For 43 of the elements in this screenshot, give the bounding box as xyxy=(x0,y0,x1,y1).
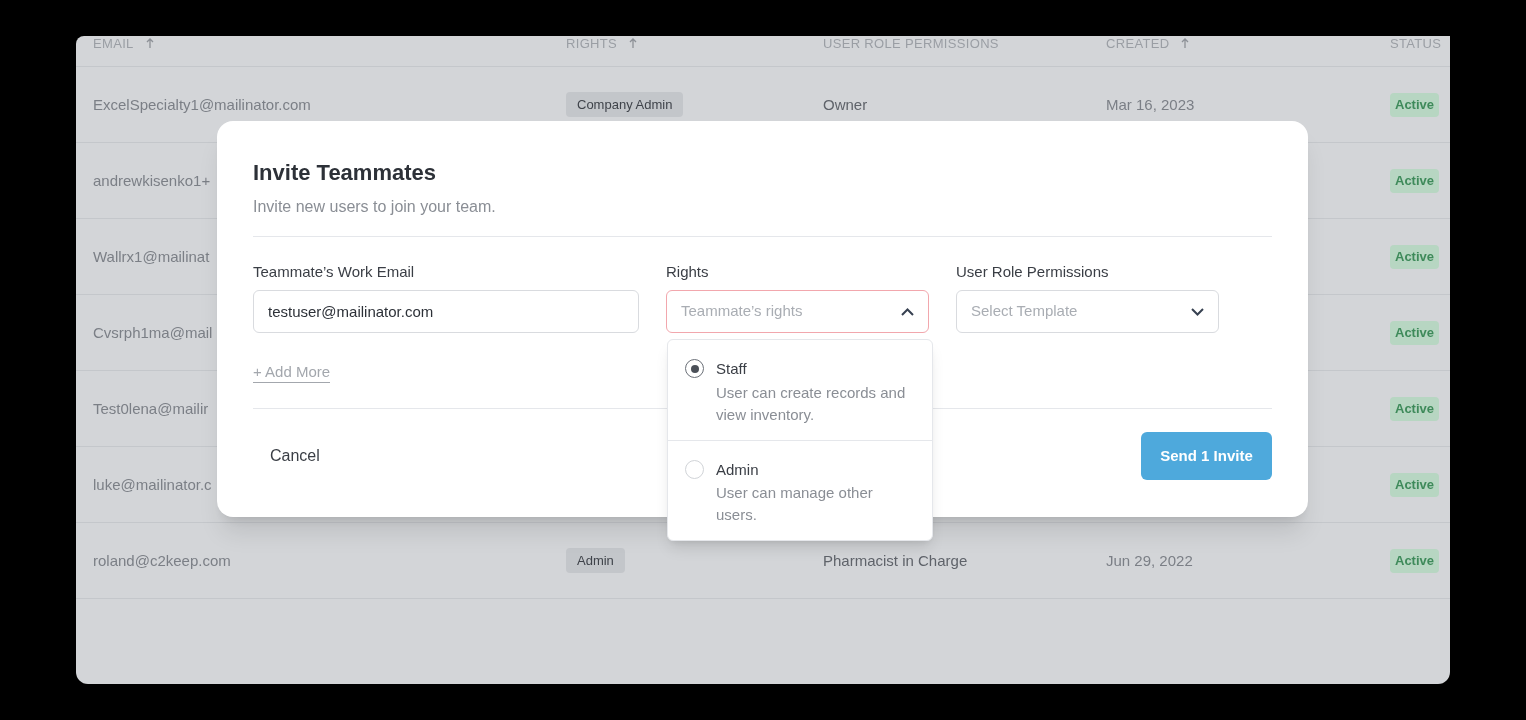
rights-option[interactable]: Admin User can manage other users. xyxy=(668,439,932,540)
dialog-subtitle: Invite new users to join your team. xyxy=(253,196,497,217)
sort-arrow-icon[interactable] xyxy=(629,38,638,50)
option-description: User can manage other users. xyxy=(716,483,874,525)
field-label: User Role Permissions xyxy=(956,261,1110,282)
column-header: USER ROLE PERMISSIONS xyxy=(823,36,999,53)
role-cell: Owner xyxy=(823,95,868,113)
dialog-title: Invite Teammates xyxy=(253,159,437,187)
status-tag: Active xyxy=(1390,93,1440,117)
email-cell: Cvsrph1ma@mail xyxy=(93,323,213,341)
cancel-button[interactable]: Cancel xyxy=(253,432,337,480)
status-tag: Active xyxy=(1390,245,1440,269)
rights-tag: Admin xyxy=(566,547,625,574)
email-cell: Test0lena@mailir xyxy=(93,399,209,417)
role-cell: Pharmacist in Charge xyxy=(823,551,968,569)
rights-tag: Company Admin xyxy=(566,91,684,118)
sort-arrow-icon[interactable] xyxy=(145,38,154,50)
option-title: Admin xyxy=(716,459,760,480)
sort-arrow-icon[interactable] xyxy=(1181,38,1190,50)
field-label: Rights xyxy=(666,261,710,282)
email-cell: luke@mailinator.c xyxy=(93,475,212,493)
date-cell: Jun 29, 2022 xyxy=(1106,551,1193,569)
column-header: EMAIL xyxy=(93,36,134,53)
status-tag: Active xyxy=(1390,169,1440,193)
email-field[interactable]: testuser@mailinator.com xyxy=(253,290,639,333)
rights-option[interactable]: Staff User can create records and view inventory. xyxy=(668,340,932,440)
status-tag: Active xyxy=(1390,397,1440,421)
option-title: Staff xyxy=(716,359,748,379)
email-cell: roland@c2keep.com xyxy=(93,551,231,569)
field-label: Teammate’s Work Email xyxy=(253,261,416,282)
email-cell: Wallrx1@mailinat xyxy=(93,247,210,265)
email-cell: andrewkisenko1+ xyxy=(93,171,211,189)
status-tag: Active xyxy=(1390,321,1440,345)
email-cell: ExcelSpecialty1@mailinator.com xyxy=(93,95,311,113)
option-description: User can create records and view inventory. xyxy=(716,382,907,425)
date-cell: Mar 16, 2023 xyxy=(1106,95,1195,113)
column-header: STATUS xyxy=(1390,36,1442,53)
status-tag: Active xyxy=(1390,473,1440,497)
status-tag: Active xyxy=(1390,549,1440,573)
chevron-down-icon xyxy=(1191,307,1204,316)
column-header: CREATED xyxy=(1106,36,1170,53)
column-header: RIGHTS xyxy=(566,36,618,53)
chevron-up-icon xyxy=(901,307,914,316)
